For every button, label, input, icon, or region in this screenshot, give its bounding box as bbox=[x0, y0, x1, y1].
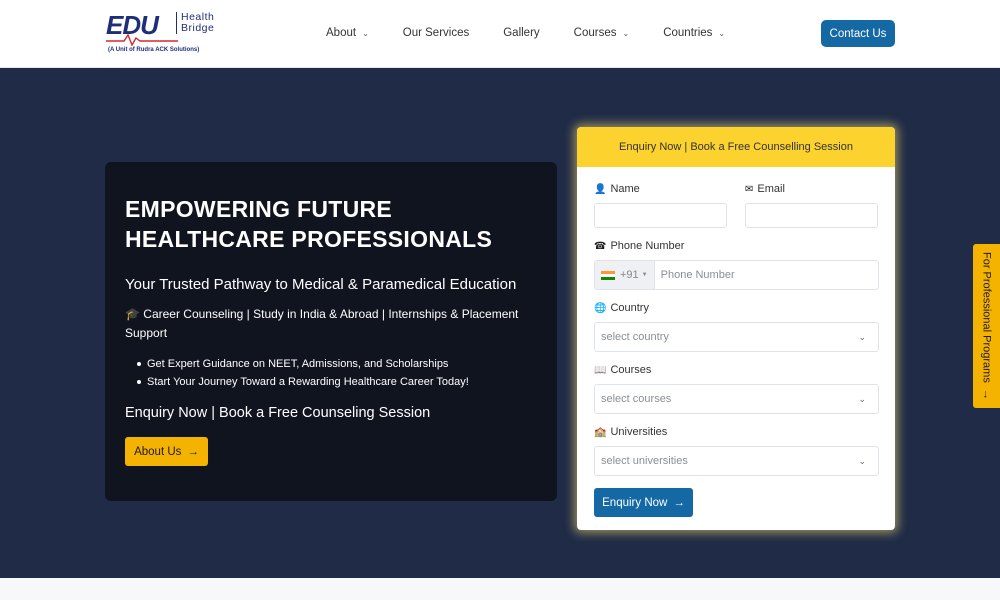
nav-item-our-services[interactable]: Our Services bbox=[403, 27, 469, 39]
hero-title: EMPOWERING FUTURE HEALTHCARE PROFESSIONA… bbox=[125, 196, 493, 252]
arrow-down-icon: → bbox=[980, 389, 993, 401]
chevron-down-icon: ⌄ bbox=[718, 28, 726, 38]
site-logo[interactable]: EDU Health Bridge (A Unit of Rudra ACK S… bbox=[106, 10, 226, 58]
contact-us-button[interactable]: Contact Us bbox=[821, 20, 895, 47]
phone-country-code: +91 bbox=[620, 269, 639, 281]
caret-down-icon: ▼ bbox=[641, 272, 648, 278]
name-group: 👤 Name bbox=[594, 183, 727, 228]
country-select[interactable]: select country ⌄ bbox=[594, 322, 879, 352]
main-nav: About ⌄ Our Services Gallery Courses ⌄ C… bbox=[326, 0, 759, 66]
enquiry-now-button[interactable]: Enquiry Now → bbox=[594, 488, 693, 517]
courses-select-value: select courses bbox=[601, 393, 672, 405]
courses-select[interactable]: select courses ⌄ bbox=[594, 384, 879, 414]
phone-label-text: Phone Number bbox=[610, 240, 685, 252]
email-group: ✉ Email bbox=[745, 183, 878, 228]
logo-wordmark: Health Bridge bbox=[176, 12, 214, 34]
country-select-value: select country bbox=[601, 331, 669, 343]
side-tab-text: For Professional Programs bbox=[980, 251, 993, 383]
name-field[interactable] bbox=[594, 203, 727, 228]
hero-bullet-list: Get Expert Guidance on NEET, Admissions,… bbox=[125, 355, 537, 391]
country-label: 🌐 Country bbox=[594, 302, 878, 314]
name-label: 👤 Name bbox=[594, 183, 727, 195]
country-code-selector[interactable]: +91 ▼ bbox=[595, 261, 655, 289]
chevron-down-icon: ⌄ bbox=[362, 28, 369, 38]
form-header: Enquiry Now | Book a Free Counselling Se… bbox=[577, 127, 895, 167]
nav-item-label: Gallery bbox=[503, 27, 540, 39]
enquiry-now-label: Enquiry Now bbox=[602, 496, 668, 509]
arrow-right-icon: → bbox=[673, 496, 685, 509]
name-label-text: Name bbox=[610, 183, 640, 195]
chevron-down-icon: ⌄ bbox=[858, 455, 866, 466]
email-label: ✉ Email bbox=[745, 183, 878, 195]
courses-label: 📖 Courses bbox=[594, 364, 878, 376]
about-us-label: About Us bbox=[134, 445, 182, 458]
hero-services-tagline: 🎓 Career Counseling | Study in India & A… bbox=[125, 307, 519, 340]
hero-subtitle: Your Trusted Pathway to Medical & Parame… bbox=[125, 276, 517, 293]
site-header: EDU Health Bridge (A Unit of Rudra ACK S… bbox=[0, 0, 1000, 68]
envelope-icon: ✉ bbox=[745, 183, 754, 195]
book-icon: 📖 bbox=[594, 364, 607, 376]
nav-item-label: Courses bbox=[573, 27, 617, 39]
india-flag-icon bbox=[601, 270, 615, 280]
email-field[interactable] bbox=[745, 203, 878, 228]
courses-label-text: Courses bbox=[610, 364, 652, 376]
nav-item-label: Our Services bbox=[402, 27, 470, 39]
ecg-line-icon bbox=[106, 33, 178, 46]
form-body: 👤 Name ✉ Email ☎ Phone Number +91 ▼ Phon… bbox=[577, 167, 895, 530]
universities-label: 🏫 Universities bbox=[594, 426, 878, 438]
about-us-button[interactable]: About Us → bbox=[125, 437, 208, 466]
professional-programs-tab[interactable]: For Professional Programs → bbox=[973, 244, 1000, 408]
nav-item-countries[interactable]: Countries ⌄ bbox=[663, 27, 725, 39]
email-label-text: Email bbox=[757, 183, 785, 195]
hero-section: EMPOWERING FUTURE HEALTHCARE PROFESSIONA… bbox=[0, 68, 1000, 578]
user-icon: 👤 bbox=[594, 183, 607, 195]
chevron-down-icon: ⌄ bbox=[858, 331, 866, 342]
nav-item-label: Countries bbox=[663, 27, 713, 39]
name-email-row: 👤 Name ✉ Email bbox=[594, 183, 878, 228]
universities-select-value: select universities bbox=[601, 455, 688, 467]
enquiry-form: Enquiry Now | Book a Free Counselling Se… bbox=[577, 127, 895, 530]
phone-field: +91 ▼ Phone Number bbox=[594, 260, 879, 290]
country-label-text: Country bbox=[610, 302, 649, 314]
hero-card: EMPOWERING FUTURE HEALTHCARE PROFESSIONA… bbox=[105, 162, 557, 501]
logo-line2: Bridge bbox=[181, 22, 215, 34]
logo-subtitle: (A Unit of Rudra ACK Solutions) bbox=[108, 47, 200, 53]
list-item: Get Expert Guidance on NEET, Admissions,… bbox=[137, 355, 537, 373]
nav-item-courses[interactable]: Courses ⌄ bbox=[574, 27, 630, 39]
phone-label: ☎ Phone Number bbox=[594, 240, 878, 252]
hero-cta-text: Enquiry Now | Book a Free Counseling Ses… bbox=[125, 405, 431, 421]
universities-label-text: Universities bbox=[610, 426, 668, 438]
side-tab-label: For Professional Programs → bbox=[981, 252, 993, 401]
list-item: Start Your Journey Toward a Rewarding He… bbox=[137, 373, 537, 391]
arrow-right-icon: → bbox=[187, 445, 199, 458]
chevron-down-icon: ⌄ bbox=[622, 28, 630, 38]
chevron-down-icon: ⌄ bbox=[858, 393, 866, 404]
universities-select[interactable]: select universities ⌄ bbox=[594, 446, 879, 476]
phone-icon: ☎ bbox=[594, 240, 607, 252]
nav-item-about[interactable]: About ⌄ bbox=[326, 27, 369, 39]
nav-item-gallery[interactable]: Gallery bbox=[503, 27, 539, 39]
nav-item-label: About bbox=[326, 27, 357, 39]
building-icon: 🏫 bbox=[594, 426, 607, 438]
below-fold-strip bbox=[0, 578, 1000, 600]
phone-number-input[interactable]: Phone Number bbox=[661, 269, 735, 281]
globe-icon: 🌐 bbox=[594, 302, 607, 314]
